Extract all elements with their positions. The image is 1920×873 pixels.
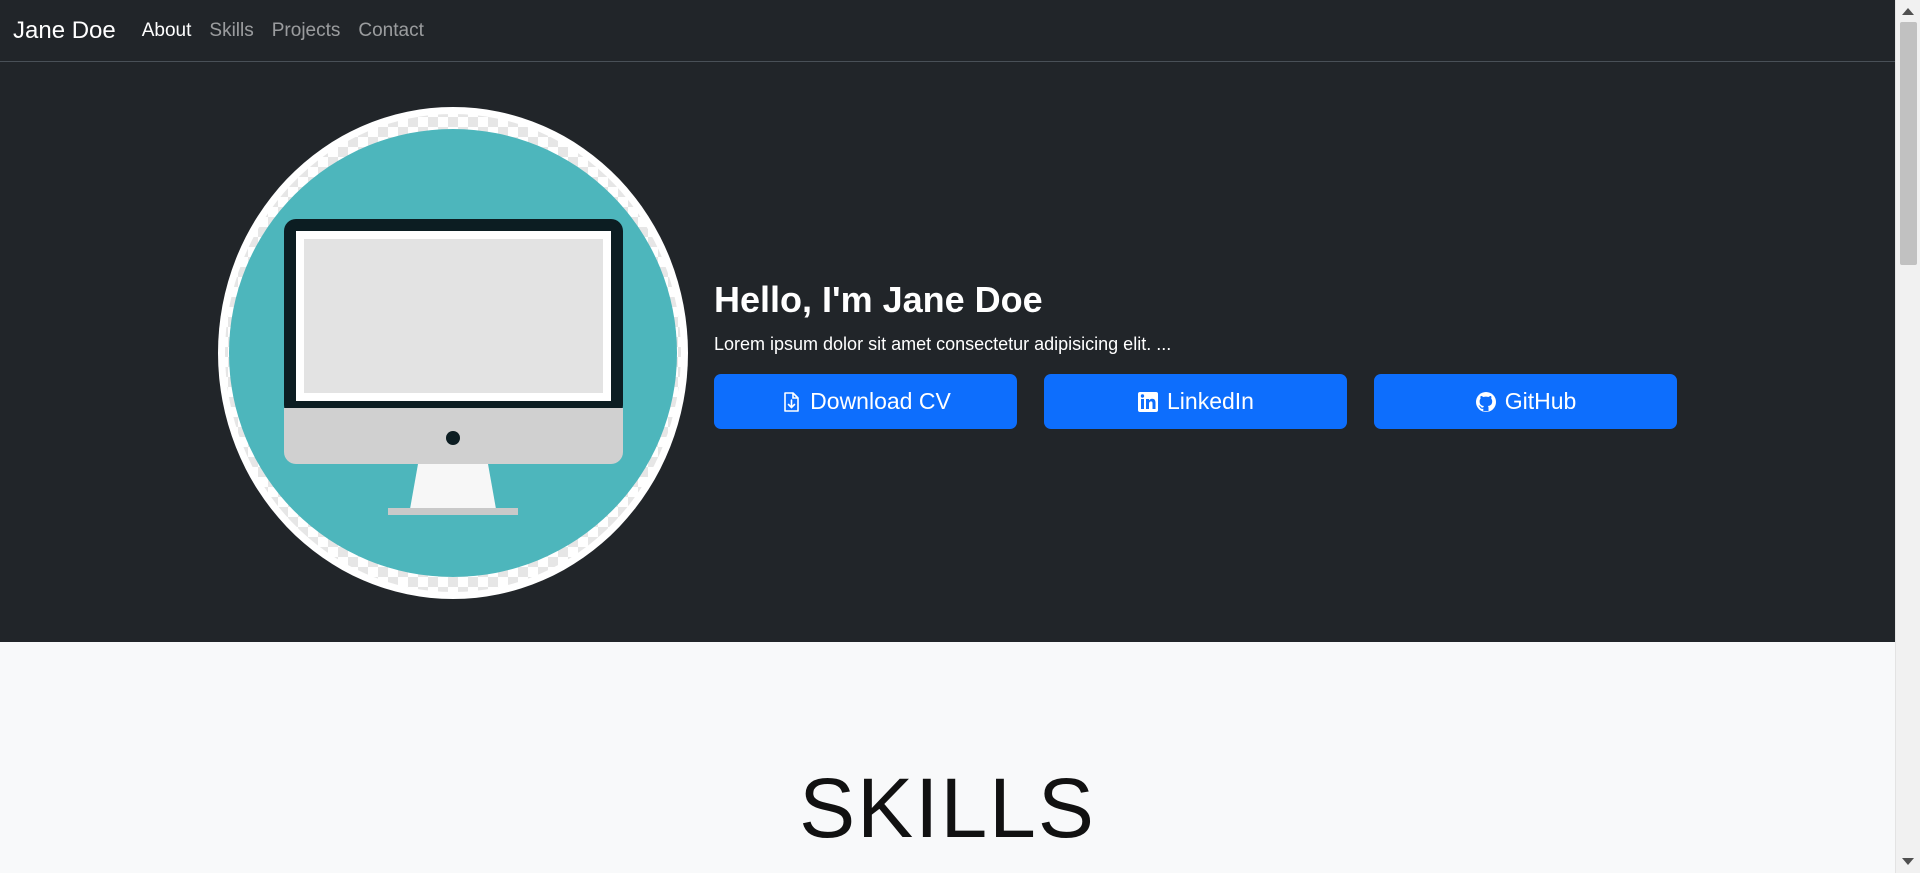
download-cv-label: Download CV xyxy=(810,388,951,414)
skills-section: SKILLS xyxy=(0,642,1895,873)
nav-link-about[interactable]: About xyxy=(142,20,192,42)
hero-text: Hello, I'm Jane Doe Lorem ipsum dolor si… xyxy=(714,279,1171,355)
hero-section: Hello, I'm Jane Doe Lorem ipsum dolor si… xyxy=(0,62,1895,642)
skills-heading: SKILLS xyxy=(799,761,1096,855)
nav-link-contact[interactable]: Contact xyxy=(358,20,423,42)
github-icon xyxy=(1475,391,1497,413)
file-download-icon xyxy=(780,391,802,413)
hero-buttons: Download CV LinkedIn GitHub xyxy=(714,374,1677,429)
brand-link[interactable]: Jane Doe xyxy=(13,17,116,45)
linkedin-icon xyxy=(1137,391,1159,413)
scroll-up-arrow-icon[interactable] xyxy=(1902,8,1914,15)
scrollbar-thumb[interactable] xyxy=(1900,22,1917,265)
desktop-computer-icon xyxy=(218,107,688,599)
nav-link-projects[interactable]: Projects xyxy=(272,20,341,42)
nav-link-skills[interactable]: Skills xyxy=(209,20,253,42)
page-scrollbar[interactable] xyxy=(1895,0,1920,873)
avatar xyxy=(218,107,688,599)
linkedin-label: LinkedIn xyxy=(1167,388,1254,414)
hero-title: Hello, I'm Jane Doe xyxy=(714,279,1043,320)
github-label: GitHub xyxy=(1504,388,1577,414)
hero-subtitle: Lorem ipsum dolor sit amet consectetur a… xyxy=(714,334,1172,354)
download-cv-button[interactable]: Download CV xyxy=(714,374,1017,429)
scroll-down-arrow-icon[interactable] xyxy=(1902,858,1914,865)
github-button[interactable]: GitHub xyxy=(1374,374,1677,429)
linkedin-button[interactable]: LinkedIn xyxy=(1044,374,1347,429)
top-navbar: Jane Doe About Skills Projects Contact xyxy=(0,0,1895,62)
